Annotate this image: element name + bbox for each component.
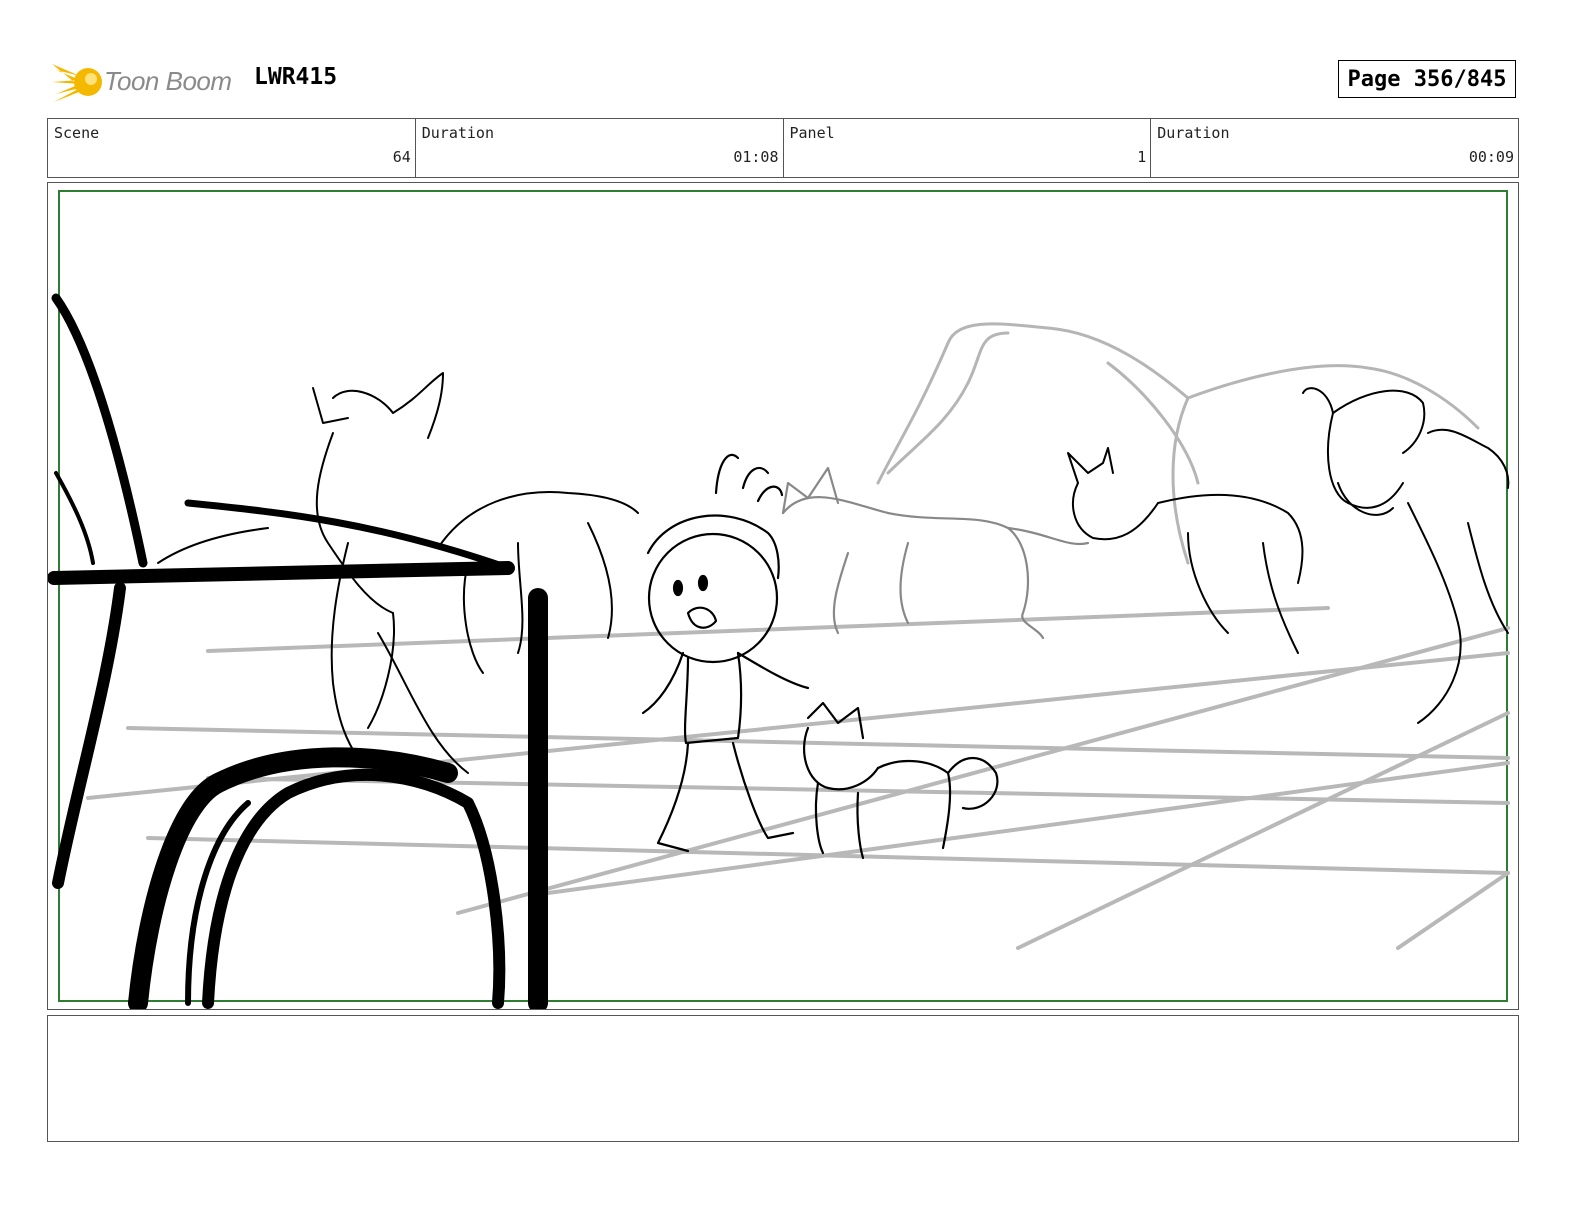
panel-duration-value: 00:09 bbox=[1468, 148, 1514, 166]
scene-duration-cell: Duration 01:08 bbox=[416, 119, 784, 177]
project-code: LWR415 bbox=[254, 64, 338, 90]
panel-duration-cell: Duration 00:09 bbox=[1151, 119, 1518, 177]
panel-notes-box bbox=[47, 1015, 1519, 1142]
logo-text: Toon Boom bbox=[104, 66, 232, 96]
scene-duration-label: Duration bbox=[421, 124, 494, 142]
scene-duration-value: 01:08 bbox=[733, 148, 779, 166]
page-number: Page 356/845 bbox=[1338, 60, 1516, 98]
scene-label: Scene bbox=[54, 124, 100, 142]
toon-boom-logo-icon bbox=[52, 64, 102, 102]
toon-boom-logo: Toon Boom bbox=[50, 56, 240, 108]
safe-area-frame bbox=[58, 190, 1508, 1002]
panel-cell: Panel 1 bbox=[784, 119, 1152, 177]
ground-perspective-lines bbox=[86, 606, 1510, 950]
panel-label: Panel bbox=[789, 124, 835, 142]
panel-sketch bbox=[48, 190, 1510, 1009]
foreground-fence-silhouette bbox=[48, 293, 548, 1009]
kid-character-sketch bbox=[641, 453, 810, 853]
background-rock-sketch bbox=[876, 322, 1480, 565]
scene-value: 64 bbox=[392, 148, 411, 166]
info-bar: Scene 64 Duration 01:08 Panel 1 Duration… bbox=[47, 118, 1519, 178]
midground-hyena-sketch bbox=[781, 466, 1090, 640]
panel-duration-label: Duration bbox=[1157, 124, 1230, 142]
panel-value: 1 bbox=[1137, 148, 1147, 166]
scene-cell: Scene 64 bbox=[48, 119, 416, 177]
storyboard-panel bbox=[47, 182, 1519, 1010]
